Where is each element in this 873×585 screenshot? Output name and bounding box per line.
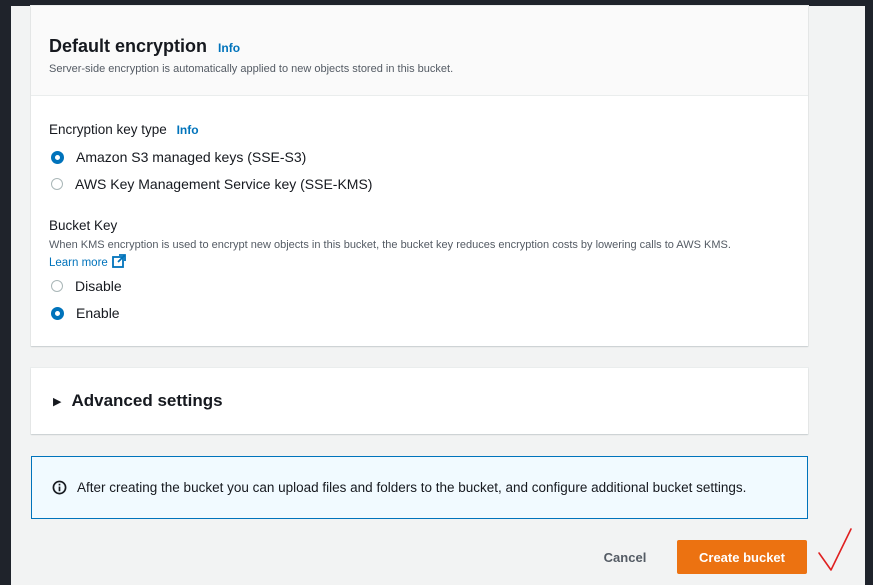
radio-button[interactable] bbox=[51, 178, 63, 190]
window-frame-right bbox=[865, 0, 873, 585]
key-type-label-text: Encryption key type bbox=[49, 122, 167, 137]
checkmark-annotation-icon bbox=[815, 525, 855, 580]
window-frame-left bbox=[0, 0, 11, 585]
default-encryption-panel: Default encryption Info Server-side encr… bbox=[31, 6, 808, 346]
radio-bucket-key-enable[interactable]: Enable bbox=[51, 305, 120, 321]
radio-label: AWS Key Management Service key (SSE-KMS) bbox=[75, 176, 373, 192]
key-type-label: Encryption key type Info bbox=[49, 122, 199, 137]
radio-label: Enable bbox=[76, 305, 120, 321]
alert-text: After creating the bucket you can upload… bbox=[77, 480, 747, 495]
info-link[interactable]: Info bbox=[218, 41, 240, 55]
learn-more-link[interactable]: Learn more bbox=[49, 254, 126, 271]
panel-title: Default encryption Info bbox=[49, 36, 240, 57]
radio-sse-kms[interactable]: AWS Key Management Service key (SSE-KMS) bbox=[51, 176, 372, 192]
advanced-settings-panel[interactable]: ▶ Advanced settings bbox=[31, 368, 808, 434]
bucket-key-label: Bucket Key bbox=[49, 218, 118, 233]
advanced-settings-toggle[interactable]: ▶ Advanced settings bbox=[53, 391, 223, 411]
learn-more-text[interactable]: Learn more bbox=[49, 257, 108, 269]
cancel-button[interactable]: Cancel bbox=[590, 540, 660, 574]
info-circle-icon bbox=[52, 480, 67, 495]
key-type-info-link[interactable]: Info bbox=[177, 123, 199, 137]
info-alert: After creating the bucket you can upload… bbox=[31, 456, 808, 519]
external-link-icon[interactable] bbox=[111, 254, 126, 271]
create-bucket-button[interactable]: Create bucket bbox=[677, 540, 807, 574]
radio-button-checked[interactable] bbox=[51, 306, 64, 320]
radio-label: Amazon S3 managed keys (SSE-S3) bbox=[76, 149, 307, 165]
radio-bucket-key-disable[interactable]: Disable bbox=[51, 278, 122, 294]
radio-sse-s3[interactable]: Amazon S3 managed keys (SSE-S3) bbox=[51, 149, 306, 165]
panel-description: Server-side encryption is automatically … bbox=[49, 63, 454, 75]
caret-right-icon[interactable]: ▶ bbox=[53, 395, 61, 408]
bucket-key-description: When KMS encryption is used to encrypt n… bbox=[49, 239, 731, 251]
radio-label: Disable bbox=[75, 278, 122, 294]
radio-button-checked[interactable] bbox=[51, 150, 64, 164]
advanced-settings-label[interactable]: Advanced settings bbox=[71, 391, 222, 411]
radio-button[interactable] bbox=[51, 280, 63, 292]
panel-title-text: Default encryption bbox=[49, 36, 208, 56]
